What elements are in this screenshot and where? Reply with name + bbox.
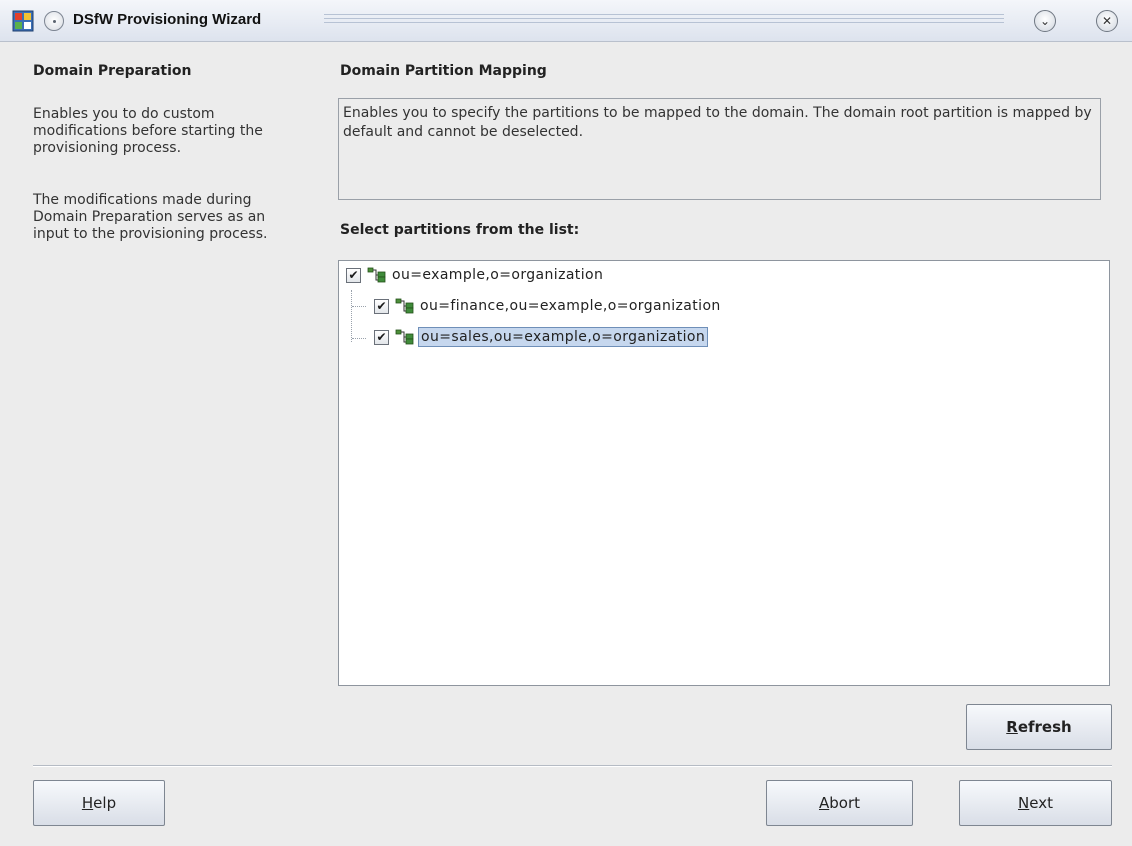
title-grip	[324, 14, 1004, 28]
tree-connector	[352, 338, 366, 339]
next-button[interactable]: Next	[959, 780, 1112, 826]
partition-tree-icon	[367, 267, 386, 283]
partition-list-label: Select partitions from the list:	[340, 222, 580, 238]
partition-label-selected: ou=sales,ou=example,o=organization	[418, 327, 709, 347]
tree-node-sales[interactable]: ✔ ou=sales,ou=example,o=organization	[374, 326, 709, 348]
step-description: Enables you to do custom modifications b…	[33, 106, 263, 156]
next-label: ext	[1029, 794, 1053, 812]
tree-connector	[351, 290, 352, 342]
help-label: elp	[93, 794, 117, 812]
refresh-mnemonic: R	[1006, 718, 1018, 736]
abort-button[interactable]: Abort	[766, 780, 913, 826]
refresh-button[interactable]: Refresh	[966, 704, 1112, 750]
partition-label: ou=finance,ou=example,o=organization	[420, 298, 721, 314]
help-mnemonic: H	[81, 794, 94, 812]
refresh-label: efresh	[1017, 718, 1072, 736]
partition-tree-icon	[395, 298, 414, 314]
tree-node-root[interactable]: ✔ ou=example,o=organization	[346, 264, 605, 286]
partition-checkbox[interactable]: ✔	[346, 267, 361, 283]
description-box: Enables you to specify the partitions to…	[338, 98, 1101, 200]
partition-checkbox[interactable]: ✔	[374, 298, 389, 314]
window-menu-icon[interactable]	[44, 11, 64, 31]
partition-checkbox[interactable]: ✔	[374, 329, 389, 345]
next-mnemonic: N	[1018, 794, 1030, 812]
tree-node-finance[interactable]: ✔ ou=finance,ou=example,o=organization	[374, 295, 723, 317]
tree-connector	[352, 306, 366, 307]
step-note: The modifications made during Domain Pre…	[33, 192, 268, 242]
abort-mnemonic: A	[818, 794, 830, 812]
step-heading: Domain Preparation	[33, 63, 192, 79]
title-bar: DSfW Provisioning Wizard ⌄ ✕	[0, 0, 1132, 42]
partition-label: ou=example,o=organization	[392, 267, 604, 283]
window-title: DSfW Provisioning Wizard	[73, 11, 262, 28]
help-button[interactable]: Help	[33, 780, 165, 826]
page-title: Domain Partition Mapping	[340, 63, 547, 79]
abort-label: bort	[829, 794, 860, 812]
close-icon[interactable]: ✕	[1096, 10, 1118, 32]
partition-tree-icon	[395, 329, 414, 345]
wizard-app-icon[interactable]	[12, 10, 34, 32]
chevron-down-icon[interactable]: ⌄	[1034, 10, 1056, 32]
partition-tree[interactable]	[338, 260, 1110, 686]
footer-separator	[33, 765, 1112, 767]
